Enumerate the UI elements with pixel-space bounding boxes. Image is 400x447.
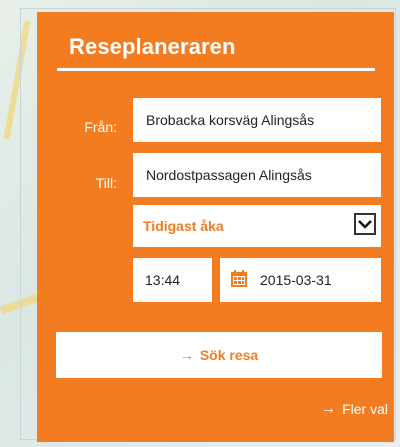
search-trip-button[interactable]: → Sök resa [56,332,382,378]
travel-planner-panel: Reseplaneraren Från: Brobacka korsväg Al… [37,12,394,442]
time-field[interactable]: 13:44 [133,258,212,302]
planner-title: Reseplaneraren [69,34,236,59]
calendar-icon [231,270,247,287]
to-label: Till: [95,175,117,191]
arrow-right-icon: → [321,400,337,417]
title-divider [57,68,375,71]
search-trip-label: Sök resa [199,347,259,363]
from-label: Från: [84,119,117,135]
chevron-down-icon[interactable] [354,213,376,235]
date-field[interactable]: 2015-03-31 [220,258,381,302]
departure-type-select[interactable]: Tidigast åka [133,205,381,247]
arrow-right-icon: → [179,347,194,363]
to-field[interactable]: Nordostpassagen Alingsås [133,153,381,197]
from-field[interactable]: Brobacka korsväg Alingsås [133,98,381,142]
departure-type-value: Tidigast åka [143,218,224,234]
more-options-link[interactable]: → Fler val [321,400,388,417]
date-value: 2015-03-31 [260,272,332,288]
more-options-label: Fler val [342,400,388,417]
